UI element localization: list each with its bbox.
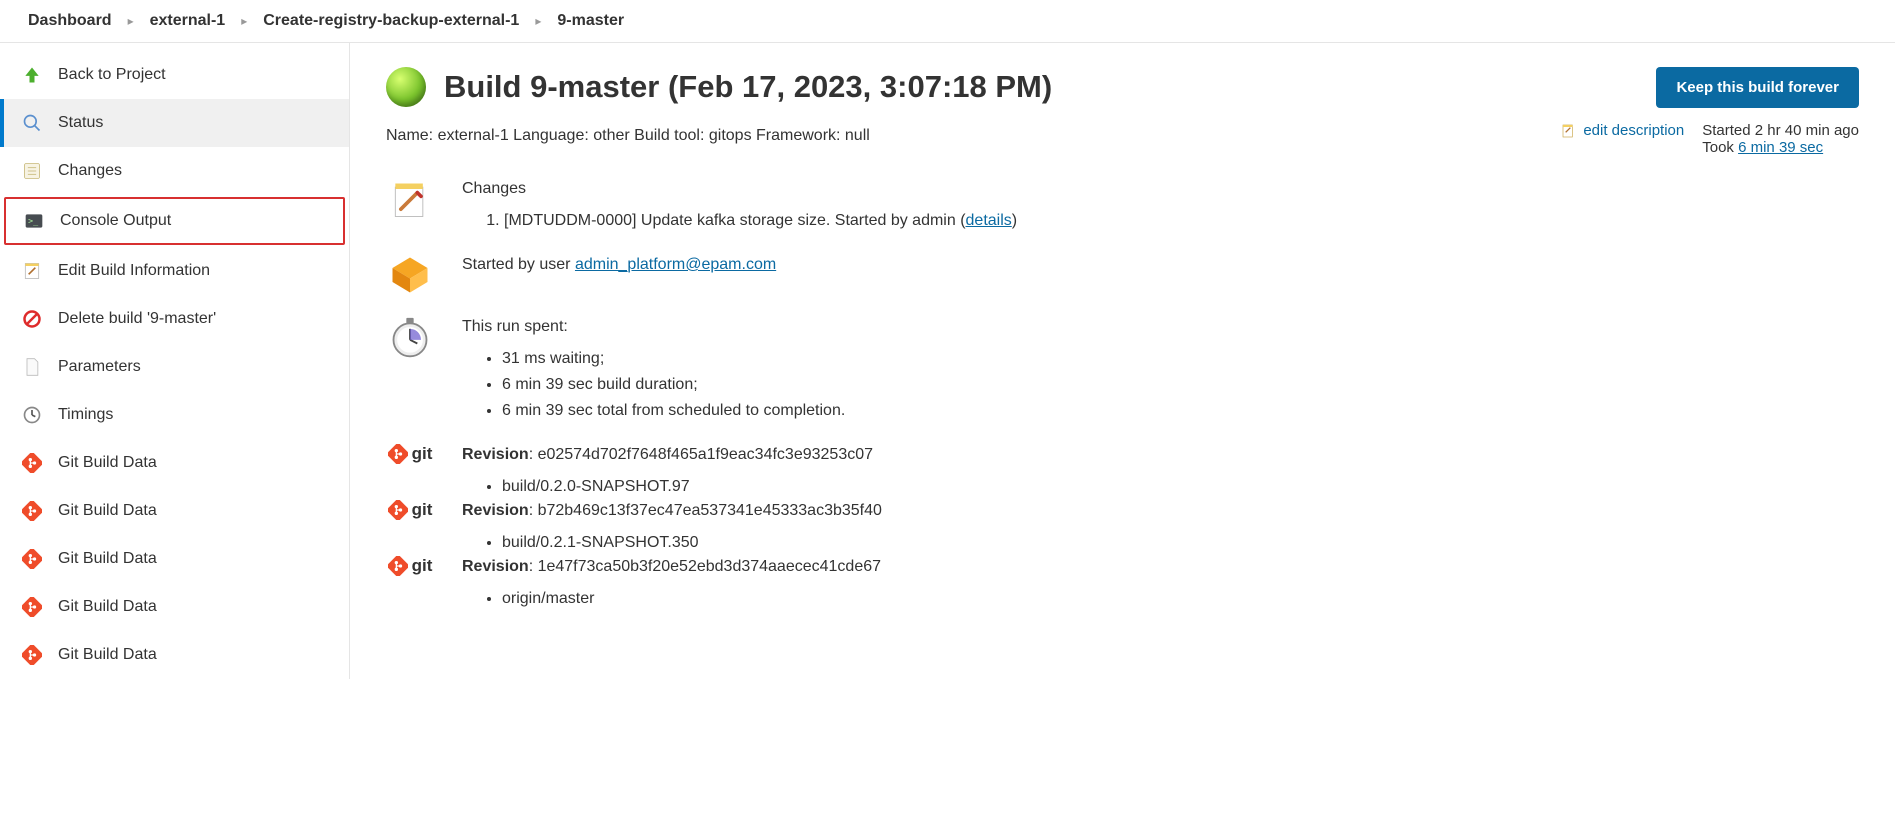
chevron-right-icon: ▸ xyxy=(128,14,134,28)
revision-line: Revision: b72b469c13f37ec47ea537341e4533… xyxy=(462,502,1859,520)
revision-ref: origin/master xyxy=(502,586,1859,612)
edit-description-link[interactable]: edit description xyxy=(1561,122,1684,139)
sidebar-item-label: Status xyxy=(58,114,103,132)
sidebar-item-label: Timings xyxy=(58,406,113,424)
main-content: Build 9-master (Feb 17, 2023, 3:07:18 PM… xyxy=(350,43,1895,679)
run-spent-section: This run spent: 31 ms waiting; 6 min 39 … xyxy=(386,316,1859,424)
build-status-icon xyxy=(386,67,426,107)
git-icon xyxy=(20,595,44,619)
revision-line: Revision: 1e47f73ca50b3f20e52ebd3d374aae… xyxy=(462,558,1859,576)
sidebar-item-back[interactable]: Back to Project xyxy=(0,51,349,99)
build-description: Name: external-1 Language: other Build t… xyxy=(386,127,1537,145)
run-spent-heading: This run spent: xyxy=(462,318,1859,336)
duration: Took 6 min 39 sec xyxy=(1702,139,1859,156)
run-spent-item: 31 ms waiting; xyxy=(502,346,1859,372)
edit-description-label: edit description xyxy=(1583,122,1684,139)
sidebar-item-git-build-data[interactable]: Git Build Data xyxy=(0,487,349,535)
breadcrumb-item[interactable]: 9-master xyxy=(557,12,624,30)
sidebar-item-git-build-data[interactable]: Git Build Data xyxy=(0,583,349,631)
started-time: Started 2 hr 40 min ago xyxy=(1702,122,1859,139)
sidebar-item-git-build-data[interactable]: Git Build Data xyxy=(0,631,349,679)
git-icon: git xyxy=(386,556,434,576)
sidebar-item-git-build-data[interactable]: Git Build Data xyxy=(0,535,349,583)
changes-heading: Changes xyxy=(462,180,1859,198)
chevron-right-icon: ▸ xyxy=(241,14,247,28)
sidebar-item-git-build-data[interactable]: Git Build Data xyxy=(0,439,349,487)
box-icon xyxy=(386,254,434,296)
git-icon: git xyxy=(386,500,434,520)
started-by-section: Started by user admin_platform@epam.com xyxy=(386,254,1859,296)
list-icon xyxy=(20,159,44,183)
up-arrow-icon xyxy=(20,63,44,87)
sidebar-item-label: Git Build Data xyxy=(58,454,157,472)
started-by-user-link[interactable]: admin_platform@epam.com xyxy=(575,256,776,273)
sidebar: Back to Project Status Changes >_ Consol… xyxy=(0,43,350,679)
revision-ref: build/0.2.1-SNAPSHOT.350 xyxy=(502,530,1859,556)
sidebar-item-delete-build[interactable]: Delete build '9-master' xyxy=(0,295,349,343)
sidebar-item-status[interactable]: Status xyxy=(0,99,349,147)
run-spent-item: 6 min 39 sec total from scheduled to com… xyxy=(502,398,1859,424)
keep-build-button[interactable]: Keep this build forever xyxy=(1656,67,1859,108)
revision-section: git Revision: 1e47f73ca50b3f20e52ebd3d37… xyxy=(386,556,1859,612)
sidebar-item-label: Delete build '9-master' xyxy=(58,310,216,328)
sidebar-item-console-output[interactable]: >_ Console Output xyxy=(4,197,345,245)
sidebar-item-edit-build-info[interactable]: Edit Build Information xyxy=(0,247,349,295)
sidebar-item-label: Edit Build Information xyxy=(58,262,210,280)
revision-section: git Revision: e02574d702f7648f465a1f9eac… xyxy=(386,444,1859,500)
sidebar-item-changes[interactable]: Changes xyxy=(0,147,349,195)
breadcrumb: Dashboard ▸ external-1 ▸ Create-registry… xyxy=(0,0,1895,43)
run-spent-item: 6 min 39 sec build duration; xyxy=(502,372,1859,398)
duration-link[interactable]: 6 min 39 sec xyxy=(1738,139,1823,156)
sidebar-item-label: Git Build Data xyxy=(58,550,157,568)
change-details-link[interactable]: details xyxy=(966,212,1012,229)
sidebar-item-label: Git Build Data xyxy=(58,646,157,664)
svg-text:>_: >_ xyxy=(28,216,39,226)
notepad-icon xyxy=(20,259,44,283)
breadcrumb-item[interactable]: Dashboard xyxy=(28,12,112,30)
git-icon: git xyxy=(386,444,434,464)
document-icon xyxy=(20,355,44,379)
sidebar-item-label: Parameters xyxy=(58,358,141,376)
sidebar-item-label: Back to Project xyxy=(58,66,166,84)
notepad-icon xyxy=(386,178,434,222)
changes-section: Changes [MDTUDDM-0000] Update kafka stor… xyxy=(386,178,1859,234)
sidebar-item-timings[interactable]: Timings xyxy=(0,391,349,439)
sidebar-item-label: Console Output xyxy=(60,212,171,230)
pencil-icon xyxy=(1561,123,1577,139)
revision-section: git Revision: b72b469c13f37ec47ea537341e… xyxy=(386,500,1859,556)
revision-line: Revision: e02574d702f7648f465a1f9eac34fc… xyxy=(462,446,1859,464)
build-meta: Started 2 hr 40 min ago Took 6 min 39 se… xyxy=(1702,122,1859,156)
terminal-icon: >_ xyxy=(22,209,46,233)
breadcrumb-item[interactable]: external-1 xyxy=(150,12,226,30)
sidebar-item-label: Git Build Data xyxy=(58,598,157,616)
git-icon xyxy=(20,643,44,667)
stopwatch-icon xyxy=(386,316,434,360)
page-title: Build 9-master (Feb 17, 2023, 3:07:18 PM… xyxy=(444,69,1052,105)
sidebar-item-label: Git Build Data xyxy=(58,502,157,520)
git-icon xyxy=(20,547,44,571)
delete-icon xyxy=(20,307,44,331)
chevron-right-icon: ▸ xyxy=(535,14,541,28)
change-item: [MDTUDDM-0000] Update kafka storage size… xyxy=(504,208,1859,234)
started-by-label: Started by user xyxy=(462,256,575,273)
git-icon xyxy=(20,499,44,523)
breadcrumb-item[interactable]: Create-registry-backup-external-1 xyxy=(263,12,519,30)
sidebar-item-parameters[interactable]: Parameters xyxy=(0,343,349,391)
search-icon xyxy=(20,111,44,135)
revision-ref: build/0.2.0-SNAPSHOT.97 xyxy=(502,474,1859,500)
sidebar-item-label: Changes xyxy=(58,162,122,180)
git-icon xyxy=(20,451,44,475)
clock-icon xyxy=(20,403,44,427)
